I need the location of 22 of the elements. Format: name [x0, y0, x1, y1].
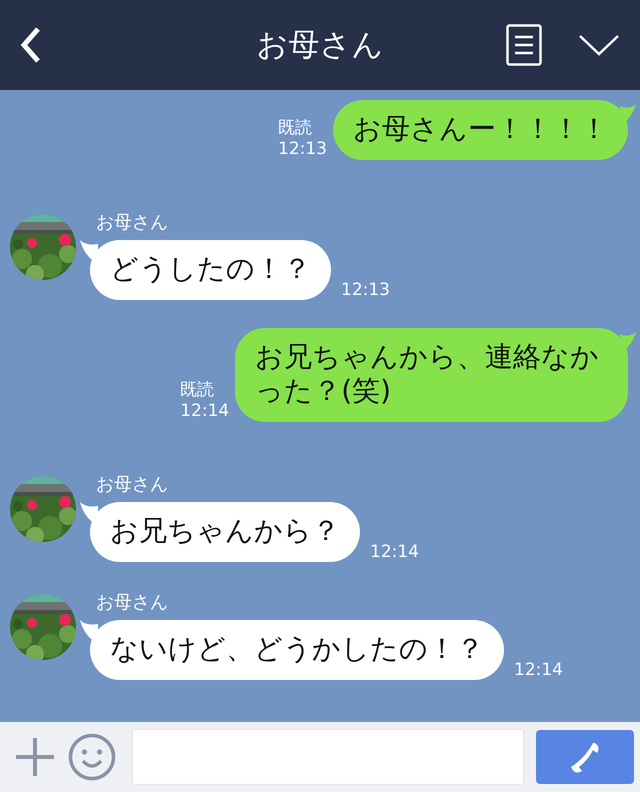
smiley-icon[interactable]: [68, 733, 116, 781]
message-time: 12:13: [278, 139, 327, 160]
message-bubble: お母さんー！！！！: [333, 100, 628, 160]
message-bubble: お兄ちゃんから？: [90, 502, 360, 562]
read-receipt: 既読: [278, 118, 313, 139]
message-time: 12:14: [514, 660, 563, 680]
message-time: 12:14: [370, 542, 419, 562]
message-time: 12:14: [180, 401, 230, 422]
message-time: 12:13: [341, 280, 390, 300]
message-bubble: お兄ちゃんから、連絡なかった？(笑): [235, 328, 628, 422]
call-button[interactable]: [536, 730, 634, 784]
sender-name: お母さん: [96, 211, 169, 234]
message-input[interactable]: [132, 729, 524, 785]
chat-title: お母さん: [256, 27, 384, 63]
sender-name: お母さん: [96, 591, 169, 614]
sender-name: お母さん: [96, 473, 169, 496]
message-bubble: ないけど、どうかしたの！？: [90, 620, 504, 680]
menu-icon[interactable]: [506, 24, 542, 66]
message-bubble: どうしたの！？: [90, 240, 331, 300]
read-receipt: 既読: [180, 380, 216, 401]
plus-icon[interactable]: [14, 736, 56, 778]
chevron-down-icon[interactable]: [578, 33, 620, 57]
